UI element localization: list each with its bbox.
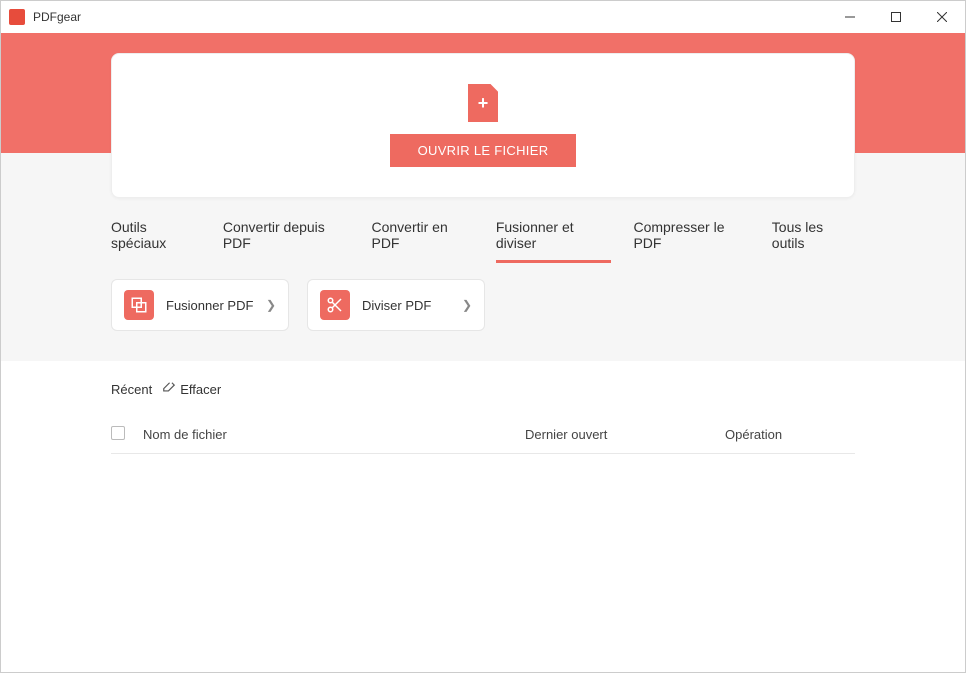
- tool-split-pdf[interactable]: Diviser PDF ❯: [307, 279, 485, 331]
- minimize-button[interactable]: [827, 1, 873, 33]
- tool-split-label: Diviser PDF: [362, 298, 450, 313]
- hero-banner: + OUVRIR LE FICHIER: [1, 33, 965, 153]
- tool-cards: Fusionner PDF ❯ Diviser PDF ❯: [111, 279, 855, 331]
- tab-compresser-le-pdf[interactable]: Compresser le PDF: [633, 213, 749, 261]
- recent-table-header: Nom de fichier Dernier ouvert Opération: [111, 416, 855, 454]
- eraser-icon: [162, 381, 176, 398]
- recent-title: Récent: [111, 382, 152, 397]
- tab-convertir-en-pdf[interactable]: Convertir en PDF: [371, 213, 473, 261]
- open-file-button[interactable]: OUVRIR LE FICHIER: [390, 134, 577, 167]
- tool-category-tabs: Outils spéciaux Convertir depuis PDF Con…: [111, 213, 855, 261]
- tab-fusionner-et-diviser[interactable]: Fusionner et diviser: [496, 213, 612, 261]
- merge-icon: [124, 290, 154, 320]
- maximize-button[interactable]: [873, 1, 919, 33]
- tool-merge-pdf[interactable]: Fusionner PDF ❯: [111, 279, 289, 331]
- tab-tous-les-outils[interactable]: Tous les outils: [772, 213, 855, 261]
- col-last-opened: Dernier ouvert: [525, 427, 725, 442]
- clear-label: Effacer: [180, 382, 221, 397]
- open-file-card: + OUVRIR LE FICHIER: [111, 53, 855, 198]
- titlebar-left: PDFgear: [9, 9, 81, 25]
- split-icon: [320, 290, 350, 320]
- recent-header: Récent Effacer: [111, 381, 855, 398]
- file-plus-icon: +: [468, 84, 498, 122]
- window-controls: [827, 1, 965, 33]
- app-icon: [9, 9, 25, 25]
- recent-section: Récent Effacer Nom de fichier Dernier ou…: [1, 361, 965, 454]
- app-title: PDFgear: [33, 10, 81, 24]
- select-all-checkbox[interactable]: [111, 426, 143, 443]
- col-operation: Opération: [725, 427, 855, 442]
- chevron-right-icon: ❯: [462, 298, 472, 312]
- titlebar: PDFgear: [1, 1, 965, 33]
- col-filename: Nom de fichier: [143, 427, 525, 442]
- clear-recent-button[interactable]: Effacer: [162, 381, 221, 398]
- tool-merge-label: Fusionner PDF: [166, 298, 254, 313]
- tab-convertir-depuis-pdf[interactable]: Convertir depuis PDF: [223, 213, 350, 261]
- tab-outils-speciaux[interactable]: Outils spéciaux: [111, 213, 201, 261]
- chevron-right-icon: ❯: [266, 298, 276, 312]
- close-button[interactable]: [919, 1, 965, 33]
